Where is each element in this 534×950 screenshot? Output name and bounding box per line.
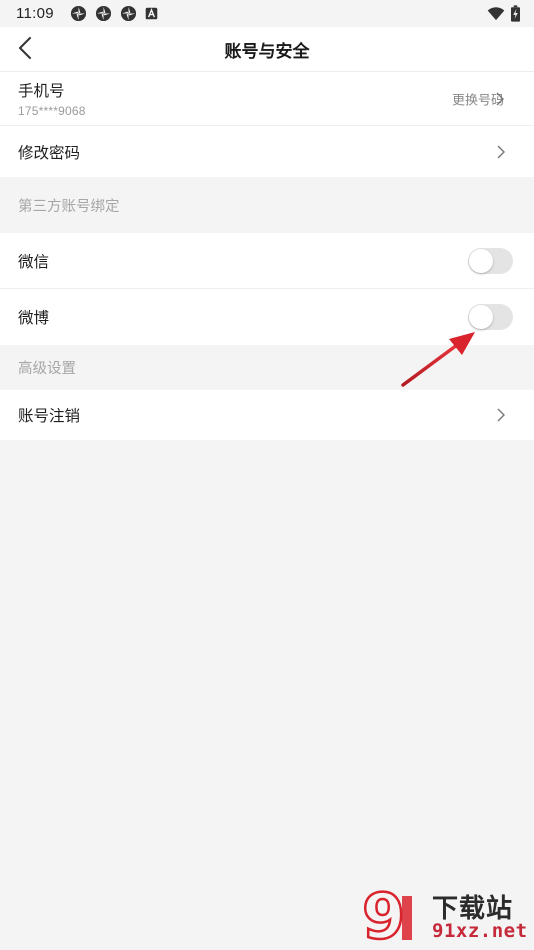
wechat-toggle[interactable] bbox=[468, 247, 513, 274]
app-notification-icon bbox=[95, 5, 111, 22]
watermark-logo-text: 9 bbox=[362, 886, 405, 948]
wechat-row: 微信 bbox=[0, 233, 534, 289]
status-bar: 11:09 bbox=[0, 0, 534, 27]
chevron-left-icon bbox=[19, 37, 31, 59]
app-notification-icon bbox=[120, 5, 136, 22]
page-title: 账号与安全 bbox=[224, 41, 310, 62]
watermark-url: 91xz.net bbox=[432, 920, 528, 942]
chevron-right-icon bbox=[497, 145, 505, 158]
navigation-bar: 账号与安全 bbox=[0, 27, 534, 72]
weibo-row: 微博 bbox=[0, 289, 534, 345]
a-badge-icon bbox=[145, 7, 158, 20]
advanced-section-header: 高级设置 bbox=[0, 345, 534, 390]
phone-number-value: 175****9068 bbox=[18, 104, 86, 118]
phone-number-row[interactable]: 手机号 175****9068 更换号码 bbox=[0, 72, 534, 126]
deactivate-account-label: 账号注销 bbox=[18, 407, 81, 425]
app-notification-icon bbox=[70, 5, 86, 22]
watermark: 9 下载站 91xz.net bbox=[360, 886, 532, 948]
weibo-label: 微博 bbox=[18, 309, 50, 327]
change-password-label: 修改密码 bbox=[18, 143, 81, 162]
third-party-section-header: 第三方账号绑定 bbox=[0, 177, 534, 233]
toggle-knob bbox=[469, 248, 493, 273]
chevron-right-icon bbox=[496, 92, 504, 105]
status-time: 11:09 bbox=[16, 5, 54, 22]
weibo-toggle[interactable] bbox=[468, 304, 513, 330]
chevron-right-icon bbox=[497, 408, 505, 422]
toggle-knob bbox=[469, 305, 493, 329]
change-password-row[interactable]: 修改密码 bbox=[0, 126, 534, 177]
watermark-logo-icon: 9 bbox=[361, 886, 412, 948]
phone-number-label: 手机号 bbox=[18, 82, 65, 100]
wechat-label: 微信 bbox=[18, 252, 50, 271]
deactivate-account-row[interactable]: 账号注销 bbox=[0, 390, 534, 440]
battery-charging-icon bbox=[511, 5, 520, 22]
wifi-icon bbox=[487, 6, 505, 20]
back-button[interactable] bbox=[10, 33, 40, 63]
